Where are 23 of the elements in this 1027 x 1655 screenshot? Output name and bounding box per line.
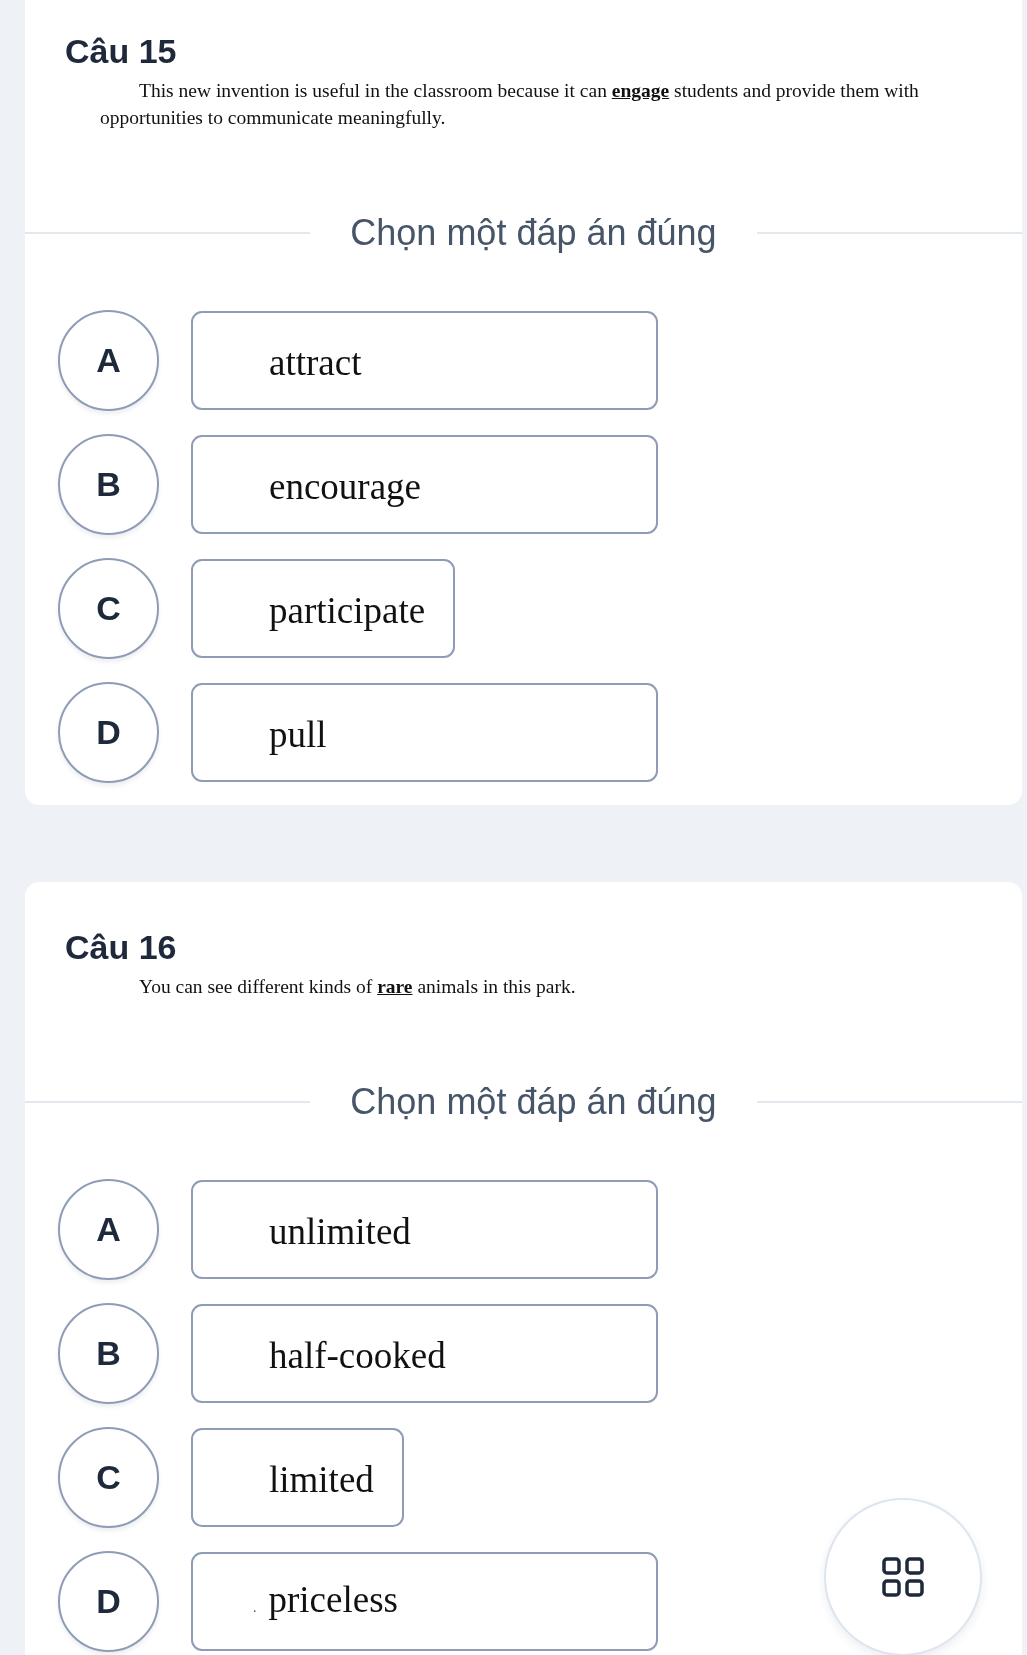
answer-option-button[interactable]: pull <box>191 683 658 782</box>
grid-icon <box>882 1557 924 1597</box>
answer-option-button[interactable]: encourage <box>191 435 658 534</box>
answer-letter-button[interactable]: A <box>58 1179 159 1280</box>
answer-letter-button[interactable]: D <box>58 1551 159 1652</box>
answer-option-button[interactable]: . priceless <box>191 1552 658 1651</box>
question-text: You can see different kinds of rare animals in this park. <box>138 975 577 999</box>
question-title: Câu 15 <box>65 31 177 71</box>
question-title: Câu 16 <box>65 927 177 967</box>
answer-option-button[interactable]: limited <box>191 1428 404 1527</box>
answer-letter-button[interactable]: C <box>58 558 159 659</box>
answer-option-button[interactable]: attract <box>191 311 658 410</box>
answer-option-button[interactable]: participate <box>191 559 456 658</box>
question-text: This new invention is useful in the classroom because it can engage students and provide them with opportunities to communicate meaningfully. <box>100 79 920 130</box>
prompt-heading: Chọn một đáp án đúng <box>350 211 717 255</box>
answer-option-button[interactable]: unlimited <box>191 1180 658 1279</box>
answer-option-button[interactable]: half-cooked <box>191 1304 658 1403</box>
answer-letter-button[interactable]: D <box>58 682 159 783</box>
answer-letter-button[interactable]: B <box>58 1303 159 1404</box>
answer-letter-button[interactable]: B <box>58 434 159 535</box>
answer-letter-button[interactable]: C <box>58 1427 159 1528</box>
answer-letter-button[interactable]: A <box>58 310 159 411</box>
prompt-heading: Chọn một đáp án đúng <box>350 1080 717 1124</box>
